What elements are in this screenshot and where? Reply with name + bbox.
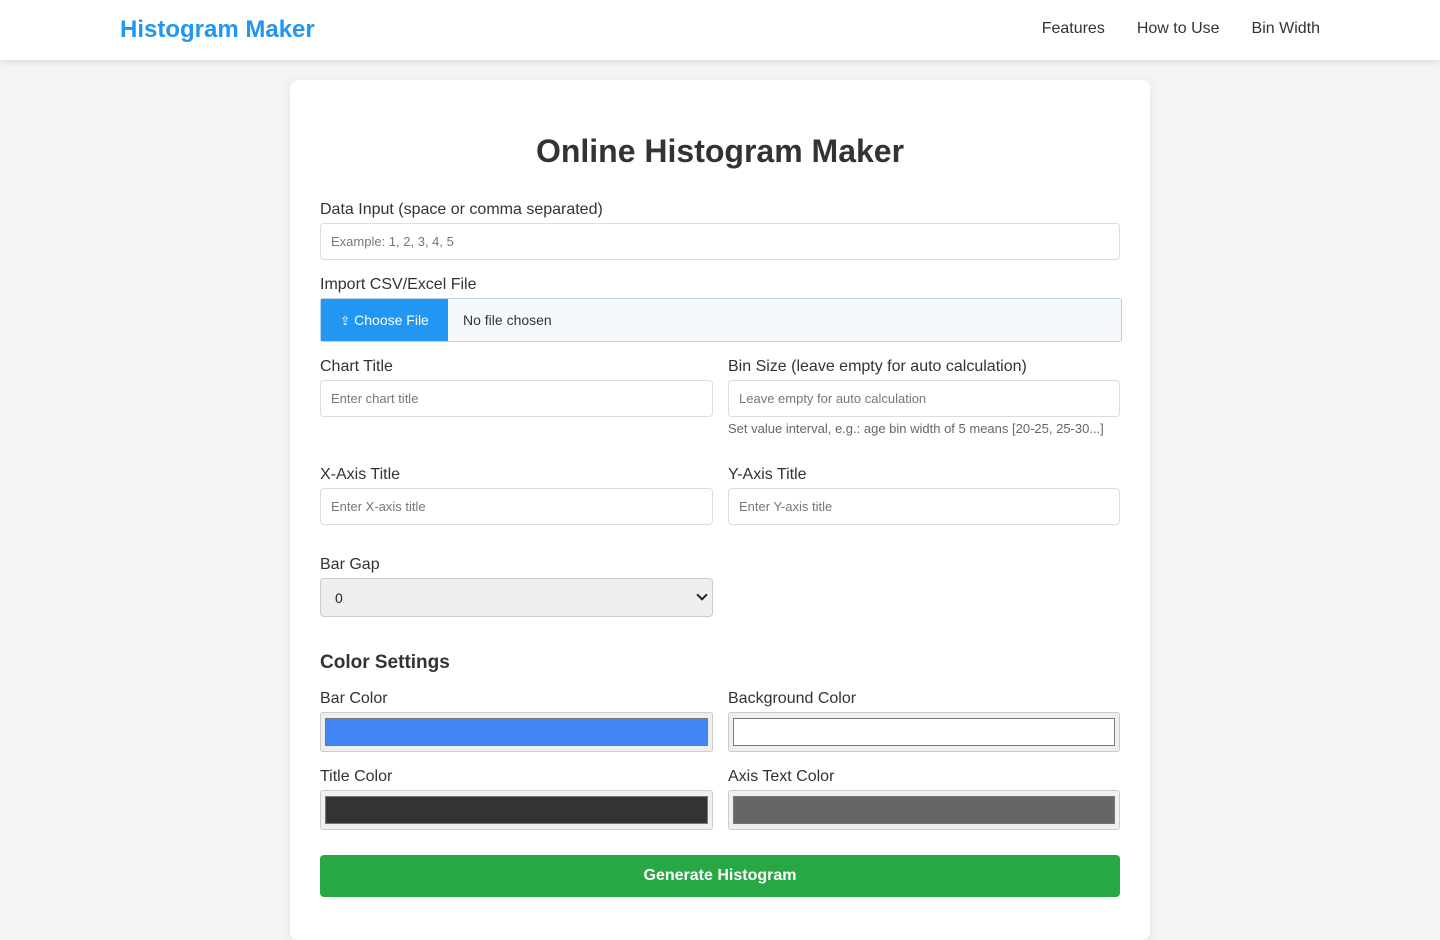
data-input-field[interactable] <box>320 223 1120 260</box>
bar-color-swatch <box>325 718 708 746</box>
bar-gap-label: Bar Gap <box>320 556 380 573</box>
nav-link-features[interactable]: Features <box>1042 19 1105 39</box>
title-color-picker[interactable] <box>320 790 713 830</box>
file-import-box: ⇪ Choose File No file chosen <box>320 298 1122 342</box>
chart-title-input[interactable] <box>320 380 713 417</box>
x-axis-title-label: X-Axis Title <box>320 466 401 483</box>
axis-text-color-label: Axis Text Color <box>728 768 835 785</box>
title-color-label: Title Color <box>320 768 393 785</box>
axis-text-color-swatch <box>733 796 1115 824</box>
y-axis-title-label: Y-Axis Title <box>728 466 807 483</box>
bin-size-label: Bin Size (leave empty for auto calculati… <box>728 358 1027 375</box>
y-axis-title-input[interactable] <box>728 488 1120 525</box>
choose-file-button[interactable]: ⇪ Choose File <box>321 299 448 341</box>
chart-title-label: Chart Title <box>320 358 393 375</box>
color-settings-title: Color Settings <box>320 652 450 673</box>
background-color-picker[interactable] <box>728 712 1120 752</box>
bar-gap-select[interactable]: 0 <box>320 578 713 617</box>
title-color-swatch <box>325 796 708 824</box>
bar-color-label: Bar Color <box>320 690 388 707</box>
brand-logo-link[interactable]: Histogram Maker <box>120 16 315 44</box>
x-axis-title-input[interactable] <box>320 488 713 525</box>
choose-file-label: Choose File <box>354 312 429 328</box>
upload-icon: ⇪ <box>340 314 351 328</box>
axis-text-color-picker[interactable] <box>728 790 1120 830</box>
page-title: Online Histogram Maker <box>535 133 905 169</box>
background-color-label: Background Color <box>728 690 857 707</box>
file-import-label: Import CSV/Excel File <box>320 276 477 293</box>
top-navbar: Histogram Maker Features How to Use Bin … <box>0 0 1440 60</box>
bin-size-hint: Set value interval, e.g.: age bin width … <box>728 421 1104 436</box>
nav-links: Features How to Use Bin Width <box>1042 19 1320 39</box>
generate-histogram-button[interactable]: Generate Histogram <box>320 855 1120 897</box>
chevron-down-icon <box>696 589 708 601</box>
bin-size-input[interactable] <box>728 380 1120 417</box>
histogram-form-card: Online Histogram Maker Data Input (space… <box>290 80 1150 940</box>
nav-link-bin-width[interactable]: Bin Width <box>1252 19 1320 39</box>
bar-color-picker[interactable] <box>320 712 713 752</box>
nav-link-how-to-use[interactable]: How to Use <box>1137 19 1220 39</box>
bar-gap-selected-value: 0 <box>335 590 343 606</box>
file-status-text: No file chosen <box>463 312 552 328</box>
data-input-label: Data Input (space or comma separated) <box>320 201 603 218</box>
background-color-swatch <box>733 718 1115 746</box>
